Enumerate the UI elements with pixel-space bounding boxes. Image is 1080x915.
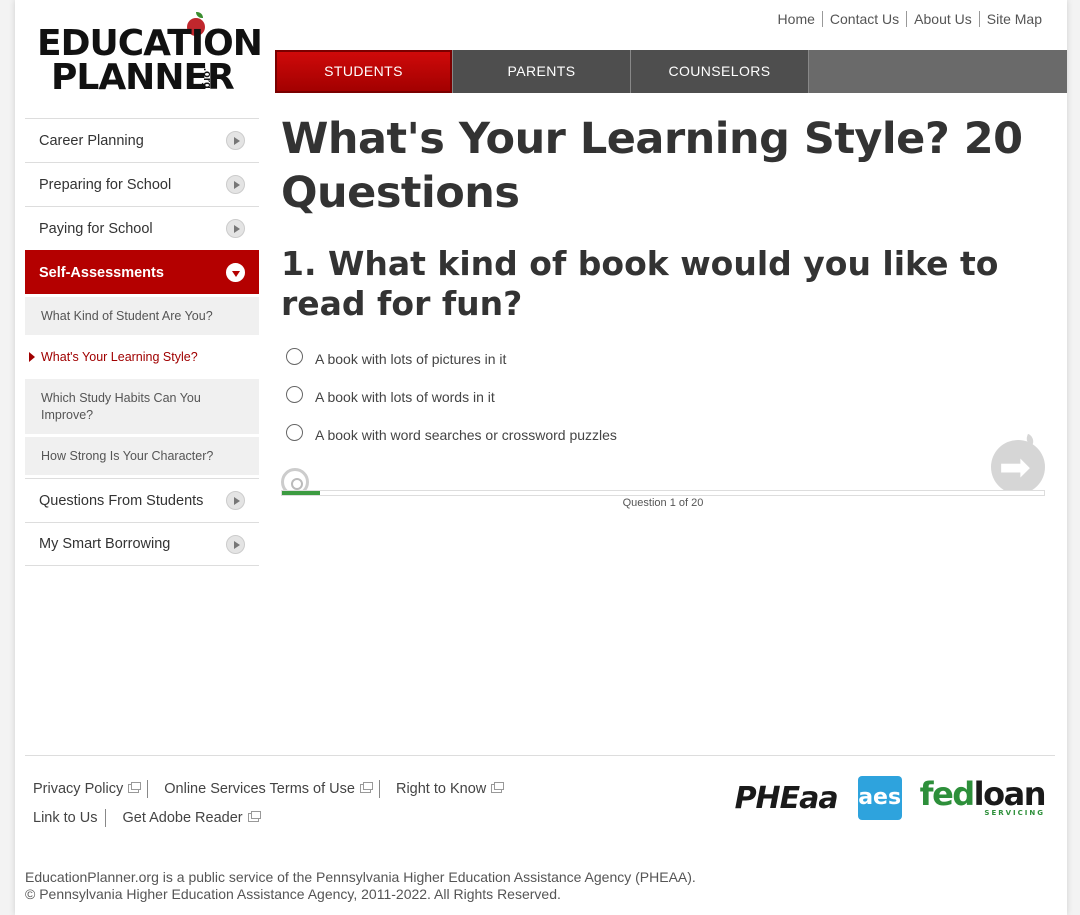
tab-parents[interactable]: PARENTS <box>453 50 631 93</box>
tab-counselors[interactable]: COUNSELORS <box>631 50 809 93</box>
site-map-link[interactable]: Site Map <box>980 11 1049 27</box>
quiz-content: What's Your Learning Style? 20 Questions… <box>281 112 1051 454</box>
external-link-icon <box>491 782 505 793</box>
sidebar-item-questions-from-students[interactable]: Questions From Students <box>25 478 259 522</box>
get-adobe-reader-link[interactable]: Get Adobe Reader <box>114 810 266 826</box>
external-link-icon <box>128 782 142 793</box>
progress-fill <box>282 491 321 495</box>
page-title: What's Your Learning Style? 20 Questions <box>281 114 1023 218</box>
question-counter: Question 1 of 20 <box>622 497 704 509</box>
chevron-right-icon <box>226 219 245 238</box>
chevron-right-icon <box>226 534 245 554</box>
home-link[interactable]: Home <box>771 11 822 27</box>
sidebar-item-preparing-for-school[interactable]: Preparing for School <box>25 162 259 206</box>
sidebar-item-label: Career Planning <box>39 132 144 149</box>
sidebar-item-self-assessments[interactable]: Self-Assessments <box>25 250 259 294</box>
sidebar-item-label: Preparing for School <box>39 176 172 193</box>
tab-students[interactable]: STUDENTS <box>275 50 453 93</box>
fedloan-logo[interactable]: fedloan SERVICING <box>920 778 1047 817</box>
sidebar-nav: Career Planning Preparing for School Pay… <box>25 118 259 566</box>
sidebar-item-my-smart-borrowing[interactable]: My Smart Borrowing <box>25 522 259 566</box>
copyright-line2: © Pennsylvania Higher Education Assistan… <box>25 886 561 902</box>
divider <box>147 779 149 798</box>
copyright: EducationPlanner.org is a public service… <box>25 869 696 903</box>
answer-label: A book with lots of pictures in it <box>315 351 507 367</box>
next-arrow-icon[interactable] <box>991 440 1045 494</box>
utility-nav: Home Contact Us About Us Site Map <box>771 11 1049 27</box>
partner-logos: PHEaa aes fedloan SERVICING <box>735 776 1047 820</box>
sidebar-item-label: Self-Assessments <box>39 264 164 281</box>
quiz-progress: Question 1 of 20 <box>281 436 1047 516</box>
external-link-icon <box>247 811 261 822</box>
terms-of-use-link[interactable]: Online Services Terms of Use <box>156 781 379 797</box>
page-container: EDUCATION PLANNER .org Home Contact Us A… <box>15 0 1067 915</box>
chevron-down-icon <box>226 263 245 282</box>
answer-option[interactable]: A book with lots of words in it <box>281 378 1051 416</box>
divider <box>105 808 107 827</box>
about-us-link[interactable]: About Us <box>907 11 979 27</box>
question-text: 1. What kind of book would you like to r… <box>281 244 999 323</box>
contact-us-link[interactable]: Contact Us <box>823 11 906 27</box>
sidebar-item-label: Paying for School <box>39 220 153 237</box>
right-to-know-link[interactable]: Right to Know <box>388 781 510 797</box>
logo-suffix: .org <box>201 68 213 89</box>
sidebar-subitem-learning-style[interactable]: What's Your Learning Style? <box>25 338 259 376</box>
chevron-right-icon <box>226 131 245 150</box>
sidebar-item-paying-for-school[interactable]: Paying for School <box>25 206 259 250</box>
sidebar-item-career-planning[interactable]: Career Planning <box>25 118 259 162</box>
sidebar-item-label: My Smart Borrowing <box>39 536 171 552</box>
answer-label: A book with lots of words in it <box>315 389 495 405</box>
main-tabs: STUDENTS PARENTS COUNSELORS <box>275 50 1067 93</box>
sidebar-item-label: Questions From Students <box>39 492 204 509</box>
site-logo[interactable]: EDUCATION PLANNER .org <box>37 12 263 98</box>
footer-links: Privacy Policy Online Services Terms of … <box>33 774 510 832</box>
sidebar-subitem-character[interactable]: How Strong Is Your Character? <box>25 437 259 475</box>
privacy-policy-link[interactable]: Privacy Policy <box>33 781 147 797</box>
sidebar-subitem-student-type[interactable]: What Kind of Student Are You? <box>25 297 259 335</box>
chevron-right-icon <box>226 175 245 194</box>
divider <box>378 779 380 798</box>
chevron-right-icon <box>226 491 245 510</box>
radio-button[interactable] <box>286 385 303 403</box>
progress-bar <box>281 490 1045 496</box>
footer: Privacy Policy Online Services Terms of … <box>25 755 1055 827</box>
external-link-icon <box>359 782 373 793</box>
sidebar-subitem-study-habits[interactable]: Which Study Habits Can You Improve? <box>25 379 259 434</box>
pheaa-logo[interactable]: PHEaa <box>735 781 839 816</box>
link-to-us-link[interactable]: Link to Us <box>33 810 105 826</box>
answer-option[interactable]: A book with lots of pictures in it <box>281 340 1051 378</box>
radio-button[interactable] <box>286 347 303 365</box>
aes-logo[interactable]: aes <box>857 776 902 820</box>
copyright-line1: EducationPlanner.org is a public service… <box>25 869 696 885</box>
